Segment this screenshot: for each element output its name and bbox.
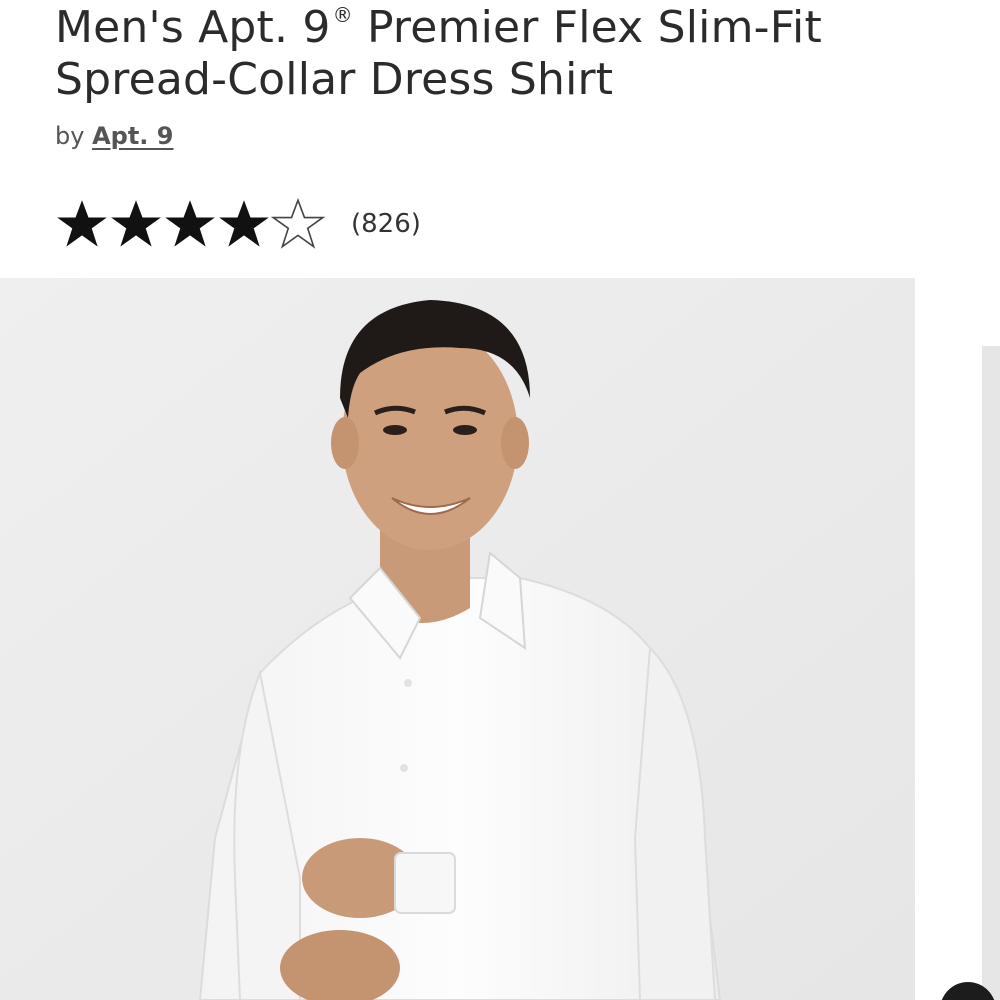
product-image-carousel[interactable] [0,278,1000,1000]
rating-stars [55,197,325,251]
product-title-main: Men's Apt. 9 [55,2,331,53]
star-outline-icon [271,197,325,249]
product-main-image[interactable] [0,278,915,1000]
rating-summary[interactable]: (826) [55,196,421,252]
product-title: Men's Apt. 9 ® Premier Flex Slim-Fit Spre… [55,2,975,106]
star-filled-icon [111,200,161,247]
star-filled-icon [165,200,215,247]
star-filled-icon [57,200,107,247]
product-byline: by Apt. 9 [55,120,173,152]
byline-prefix: by [55,122,85,150]
product-page: Men's Apt. 9 ® Premier Flex Slim-Fit Spre… [0,0,1000,1000]
review-count-link[interactable]: (826) [351,209,421,239]
registered-mark: ® [332,3,353,27]
star-filled-icon [219,200,269,247]
brand-link[interactable]: Apt. 9 [92,122,173,150]
next-product-image-peek[interactable] [982,346,1000,1000]
model-photo [0,278,915,1000]
